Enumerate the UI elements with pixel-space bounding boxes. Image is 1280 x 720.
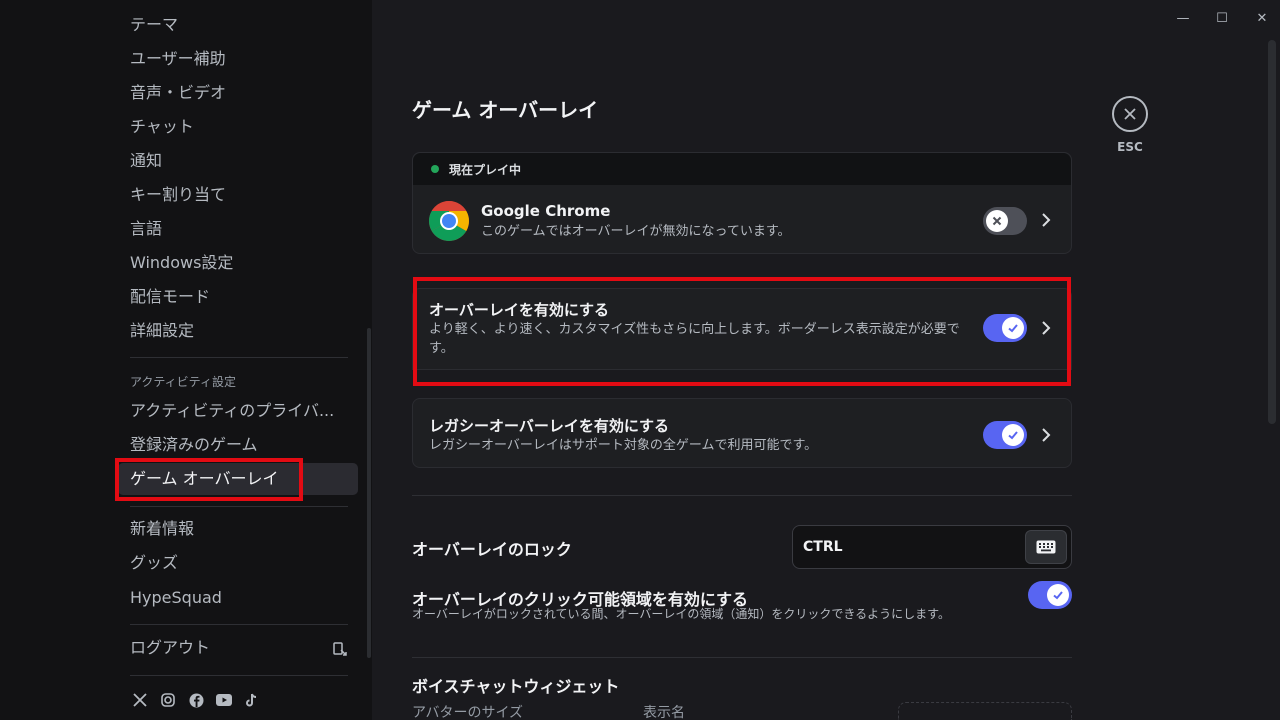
- overlay-lock-title: オーバーレイのロック: [412, 540, 572, 559]
- sidebar-item-logout[interactable]: ログアウト: [130, 638, 210, 658]
- sidebar-divider: [130, 624, 348, 625]
- toggle-knob: [986, 210, 1008, 232]
- online-dot-icon: [431, 165, 439, 173]
- sidebar-item-language[interactable]: 言語: [130, 219, 162, 239]
- instagram-icon[interactable]: [159, 691, 177, 709]
- sidebar-item-advanced[interactable]: 詳細設定: [130, 321, 194, 341]
- sidebar-divider: [130, 675, 348, 676]
- section-divider: [412, 495, 1072, 496]
- highlight-box-sidebar: [115, 458, 303, 501]
- sidebar-item-chat[interactable]: チャット: [130, 117, 194, 137]
- page-title: ゲーム オーバーレイ: [412, 98, 599, 122]
- record-keybind-button[interactable]: [1025, 530, 1067, 564]
- youtube-icon[interactable]: [215, 691, 233, 709]
- widget-preview: [898, 702, 1072, 720]
- now-playing-header: 現在プレイ中: [413, 153, 1071, 185]
- sidebar-item-activity-privacy[interactable]: アクティビティのプライバ...: [130, 401, 334, 421]
- close-icon: [1124, 108, 1136, 120]
- sidebar-item-streamer-mode[interactable]: 配信モード: [130, 287, 210, 307]
- tiktok-icon[interactable]: [243, 691, 261, 709]
- x-mark-icon: [992, 216, 1002, 226]
- main-scrollbar[interactable]: [1268, 40, 1276, 424]
- sidebar-scrollbar[interactable]: [367, 328, 371, 658]
- now-playing-app-name: Google Chrome: [481, 202, 611, 220]
- sidebar-item-merch[interactable]: グッズ: [130, 553, 178, 573]
- esc-label: ESC: [1117, 140, 1143, 154]
- highlight-box-enable-overlay: [413, 277, 1071, 386]
- section-divider: [412, 657, 1072, 658]
- overlay-lock-keybind-field[interactable]: CTRL: [792, 525, 1072, 569]
- sidebar-item-hypesquad[interactable]: HypeSquad: [130, 588, 222, 608]
- display-name-label: 表示名: [643, 705, 685, 720]
- voice-widget-title: ボイスチャットウィジェット: [412, 677, 620, 696]
- minimize-button[interactable]: —: [1168, 8, 1198, 28]
- close-window-button[interactable]: ✕: [1247, 8, 1277, 28]
- sidebar-item-theme[interactable]: テーマ: [130, 15, 178, 35]
- facebook-icon[interactable]: [187, 691, 205, 709]
- now-playing-label: 現在プレイ中: [449, 162, 522, 177]
- clickable-zones-desc: オーバーレイがロックされている間、オーバーレイの領域（通知）をクリックできるよう…: [412, 607, 950, 621]
- overlay-lock-keybind-value: CTRL: [803, 539, 843, 555]
- x-icon[interactable]: [131, 691, 149, 709]
- sidebar-item-windows-settings[interactable]: Windows設定: [130, 253, 233, 273]
- sidebar-item-registered-games[interactable]: 登録済みのゲーム: [130, 435, 258, 455]
- sidebar-item-keybinds[interactable]: キー割り当て: [130, 185, 226, 205]
- now-playing-overlay-toggle[interactable]: [983, 207, 1027, 235]
- chevron-right-icon[interactable]: [1041, 212, 1051, 228]
- toggle-knob: [1002, 424, 1024, 446]
- esc-close-button[interactable]: [1112, 96, 1148, 132]
- legacy-overlay-toggle[interactable]: [983, 421, 1027, 449]
- sidebar-divider: [130, 357, 348, 358]
- keyboard-icon: [1036, 540, 1056, 554]
- sidebar-item-whats-new[interactable]: 新着情報: [130, 519, 194, 539]
- checkmark-icon: [1053, 591, 1063, 600]
- legacy-overlay-desc: レガシーオーバーレイはサポート対象の全ゲームで利用可能です。: [429, 438, 818, 453]
- legacy-overlay-title: レガシーオーバーレイを有効にする: [429, 417, 670, 435]
- activity-settings-header: アクティビティ設定: [130, 375, 236, 389]
- sidebar-item-notifications[interactable]: 通知: [130, 151, 162, 171]
- clickable-zones-toggle[interactable]: [1028, 581, 1072, 609]
- now-playing-app-desc: このゲームではオーバーレイが無効になっています。: [481, 224, 791, 239]
- sidebar-item-voice-video[interactable]: 音声・ビデオ: [130, 83, 226, 103]
- avatar-size-label: アバターのサイズ: [412, 705, 524, 720]
- chevron-right-icon[interactable]: [1041, 427, 1051, 443]
- toggle-knob: [1047, 584, 1069, 606]
- maximize-button[interactable]: ☐: [1207, 8, 1237, 28]
- chrome-icon: [429, 201, 469, 241]
- checkmark-icon: [1008, 431, 1018, 440]
- settings-sidebar: テーマ ユーザー補助 音声・ビデオ チャット 通知 キー割り当て 言語 Wind…: [0, 0, 372, 720]
- sidebar-divider: [130, 506, 348, 507]
- sidebar-item-accessibility[interactable]: ユーザー補助: [130, 49, 226, 69]
- logout-icon: [332, 641, 348, 657]
